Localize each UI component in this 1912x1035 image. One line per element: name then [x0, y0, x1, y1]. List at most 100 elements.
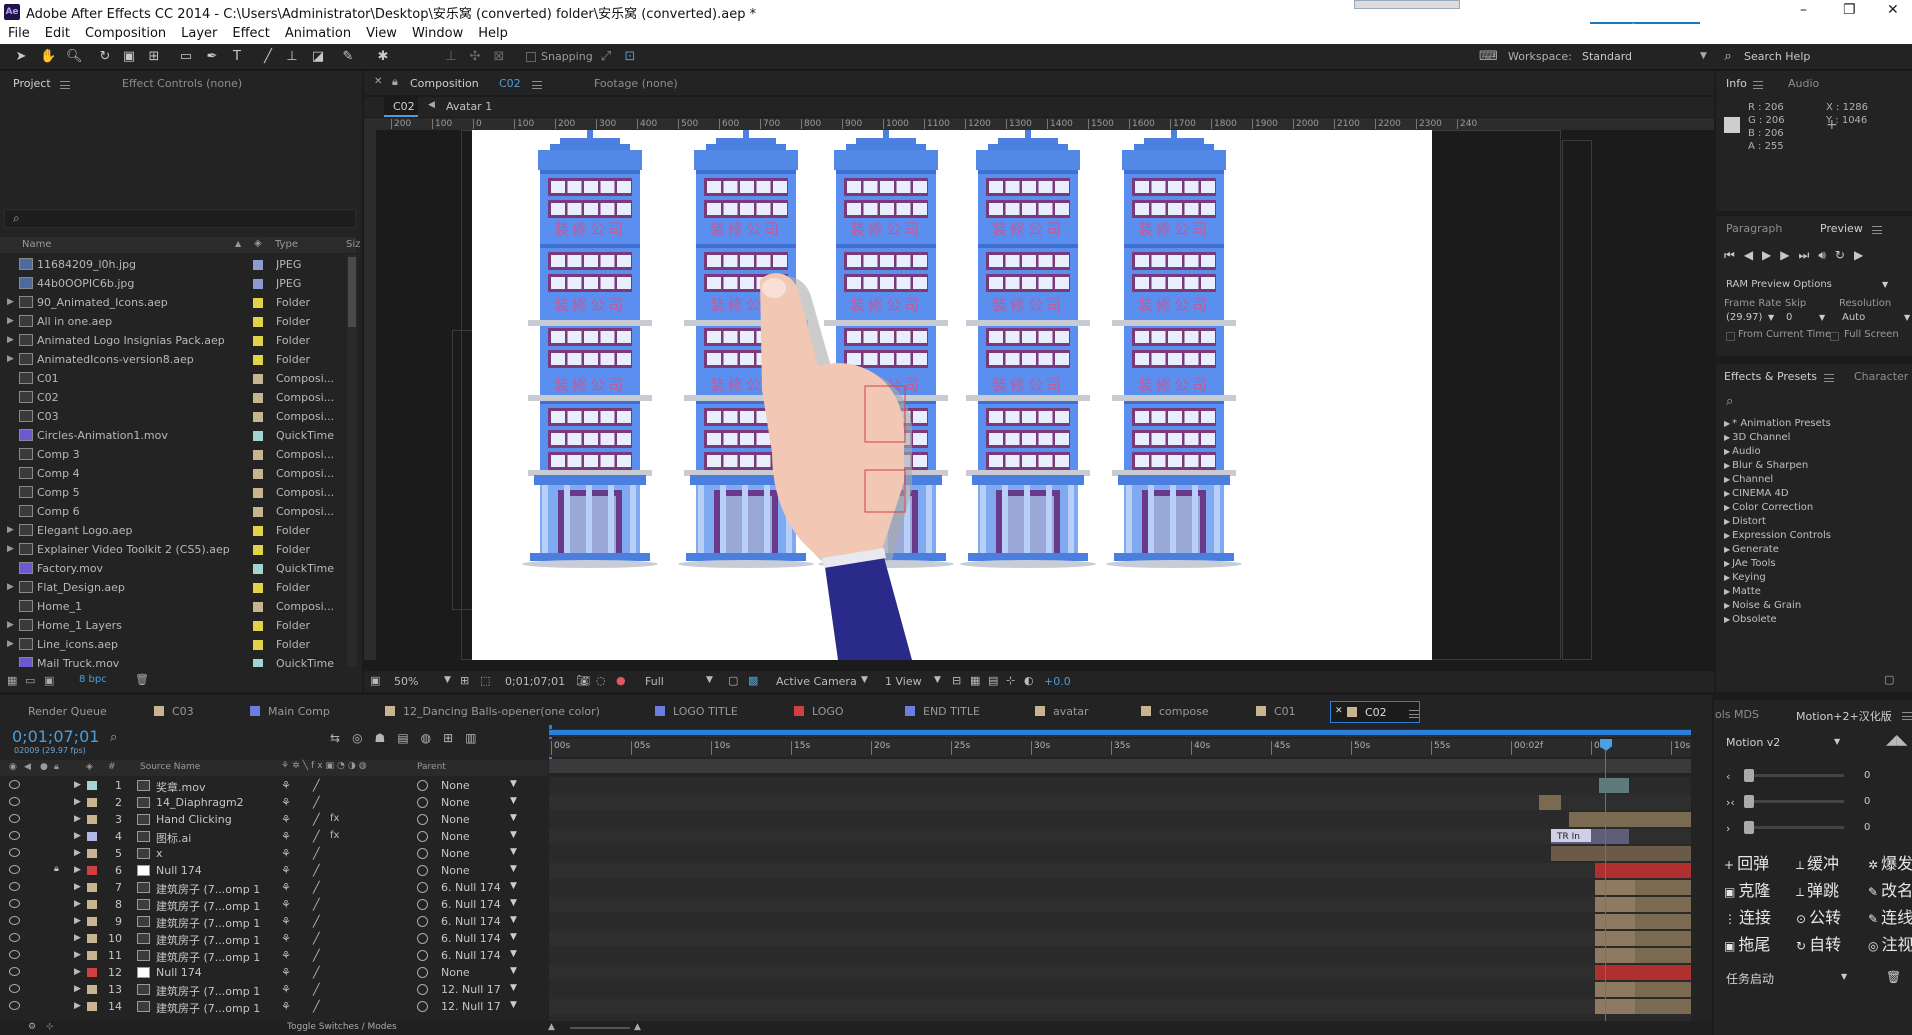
effects-menu-icon[interactable] [1824, 374, 1834, 382]
restore-button[interactable]: ❐ [1843, 2, 1856, 18]
next-frame-icon[interactable]: ▶ [1780, 248, 1798, 262]
expand-icon[interactable]: ⊹ [46, 1022, 54, 1032]
expand-arrow-icon[interactable]: ▶ [7, 354, 14, 364]
parent-chevron-down-icon[interactable]: ▼ [510, 881, 517, 891]
quality-switch-icon[interactable]: ╱ [313, 779, 320, 792]
label-swatch[interactable] [253, 298, 263, 308]
label-swatch[interactable] [253, 564, 263, 574]
skip-dropdown[interactable]: 0 [1786, 312, 1792, 323]
quality-switch-icon[interactable]: ╱ [313, 847, 320, 860]
layer-source-name[interactable]: 14_Diaphragm2 [156, 796, 276, 809]
motion-button[interactable]: ⊙ 公转 [1796, 904, 1841, 928]
expand-arrow-icon[interactable]: ▶ [74, 950, 81, 960]
resolution-preview-dropdown[interactable]: Auto [1842, 312, 1865, 323]
tab-composition[interactable]: Composition [410, 77, 479, 90]
brush-tool-icon[interactable]: ╱ [260, 49, 276, 65]
layer-source-name[interactable]: 建筑房子 (7...omp 1 [156, 881, 276, 897]
slider-1-value[interactable]: 0 [1864, 770, 1870, 781]
pick-whip-icon[interactable] [417, 933, 428, 944]
label-column-icon[interactable]: ◈ [254, 238, 262, 249]
comp-flowchart-icon[interactable]: ⚙ [28, 1022, 36, 1032]
puppet-tool-icon[interactable]: ✱ [375, 49, 391, 65]
shy-icon[interactable]: ☗ [375, 731, 398, 745]
channel-icon[interactable]: ● [616, 674, 626, 687]
horizontal-ruler[interactable]: 200 100 0 100 200 300 400 500 600 700 800 900 1000 11… [364, 118, 1714, 130]
visibility-eye-icon[interactable] [9, 797, 20, 806]
label-swatch[interactable] [253, 507, 263, 517]
search-help-input[interactable]: Search Help [1744, 50, 1810, 63]
expand-arrow-icon[interactable]: ▶ [7, 297, 14, 307]
pick-whip-icon[interactable] [417, 848, 428, 859]
motion-button[interactable]: ▣ 拖尾 [1724, 931, 1770, 955]
label-swatch[interactable] [253, 317, 263, 327]
label-swatch[interactable] [253, 260, 263, 270]
zoom-in-icon[interactable]: ▲ [634, 1022, 641, 1032]
zoom-out-icon[interactable]: ▲ [548, 1022, 555, 1032]
tab-paragraph[interactable]: Paragraph [1726, 222, 1782, 235]
lock-icon[interactable]: 🔒︎ [54, 762, 59, 772]
quality-switch-icon[interactable]: ╱ [313, 949, 320, 962]
label-swatch[interactable] [253, 621, 263, 631]
effect-category[interactable]: ▶ * Animation Presets [1724, 418, 1831, 429]
tab-project[interactable]: Project [13, 77, 51, 90]
visibility-eye-icon[interactable] [9, 950, 20, 959]
axis-view-icon[interactable]: ⊠ [491, 49, 507, 65]
exposure-value[interactable]: +0.0 [1044, 675, 1071, 688]
mute-icon[interactable]: 🔊︎ [1818, 248, 1835, 262]
parent-chevron-down-icon[interactable]: ▼ [510, 813, 517, 823]
quality-switch-icon[interactable]: ╱ [313, 1000, 320, 1013]
effect-category[interactable]: ▶ Expression Controls [1724, 530, 1831, 541]
pan-behind-tool-icon[interactable]: ⊞ [146, 49, 162, 65]
layer-parent[interactable]: None [441, 779, 501, 792]
shy-switch-icon[interactable]: ⚘ [281, 966, 291, 979]
info-menu-icon[interactable] [1753, 81, 1763, 89]
parent-chevron-down-icon[interactable]: ▼ [510, 932, 517, 942]
skip-chevron-icon[interactable]: ▼ [1819, 313, 1825, 322]
project-item[interactable]: ▶ Elegant Logo.aep Folder [0, 521, 356, 540]
label-swatch[interactable] [87, 815, 97, 824]
frame-blending-icon[interactable]: ▤ [397, 731, 420, 745]
comp-mini-flowchart-icon[interactable]: ⇆ [330, 731, 352, 745]
ram-preview-icon[interactable]: ▶ [1854, 248, 1872, 262]
parent-chevron-down-icon[interactable]: ▼ [510, 983, 517, 993]
label-swatch[interactable] [87, 849, 97, 858]
breadcrumb-layer[interactable]: Avatar 1 [446, 100, 492, 113]
camera-tool-icon[interactable]: ▣ [121, 49, 137, 65]
transparency-grid-icon[interactable]: ▩ [748, 674, 758, 687]
axis-world-icon[interactable]: ✣ [467, 49, 483, 65]
effect-category[interactable]: ▶ Generate [1724, 544, 1779, 555]
navigator-bar[interactable] [549, 759, 1691, 773]
comp-timecode[interactable]: 0;01;07;01 [505, 675, 565, 688]
shy-switch-icon[interactable]: ⚘ [281, 813, 291, 826]
tab-audio[interactable]: Audio [1788, 77, 1819, 90]
motion-button[interactable]: ✎ 改名 [1868, 877, 1912, 901]
parent-chevron-down-icon[interactable]: ▼ [510, 847, 517, 857]
shy-switch-icon[interactable]: ⚘ [281, 932, 291, 945]
rotate-tool-icon[interactable]: ↻ [97, 49, 113, 65]
audio-icon[interactable]: ◀ [24, 762, 31, 772]
region-of-interest-icon[interactable]: ▢ [728, 674, 738, 687]
rectangle-tool-icon[interactable]: ▭ [178, 49, 194, 65]
project-item[interactable]: ▶ Animated Logo Insignias Pack.aep Folder [0, 331, 356, 350]
project-item[interactable]: C02 Composi... [0, 388, 356, 407]
tab-tools-mds[interactable]: ols MDS [1715, 708, 1759, 721]
label-swatch[interactable] [87, 985, 97, 994]
text-tool-icon[interactable]: T [229, 49, 245, 65]
expand-arrow-icon[interactable]: ▶ [1724, 615, 1730, 624]
from-current-checkbox[interactable] [1726, 332, 1735, 341]
hand-tool-icon[interactable]: ✋ [40, 49, 56, 65]
label-swatch[interactable] [253, 602, 263, 612]
visibility-eye-icon[interactable] [9, 848, 20, 857]
camera-dropdown[interactable]: Active Camera [776, 675, 857, 688]
motion-button[interactable]: ◎ 注视 [1868, 931, 1912, 955]
visibility-eye-icon[interactable] [9, 967, 20, 976]
expand-arrow-icon[interactable]: ▶ [7, 639, 14, 649]
parent-chevron-down-icon[interactable]: ▼ [510, 1000, 517, 1010]
resolution-dropdown[interactable]: Full [645, 675, 664, 688]
expand-arrow-icon[interactable]: ▶ [7, 525, 14, 535]
label-swatch[interactable] [87, 1002, 97, 1011]
show-snapshot-icon[interactable]: ◌ [596, 674, 606, 687]
layer-row[interactable]: ▶ 2 14_Diaphragm2 ⚘ ╱ None ▼ [0, 794, 548, 811]
layer-parent[interactable]: None [441, 813, 501, 826]
new-preset-icon[interactable]: ▢ [1884, 673, 1894, 686]
